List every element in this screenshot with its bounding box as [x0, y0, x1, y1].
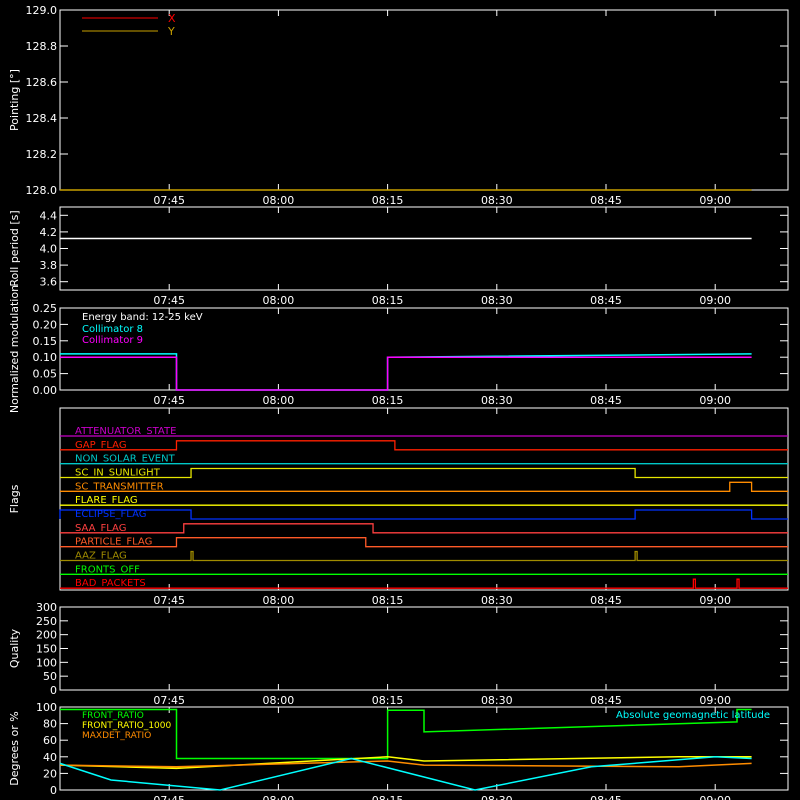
plot-frame [59, 606, 789, 691]
x-tick-label: 08:30 [481, 294, 513, 307]
flag-line [60, 550, 788, 562]
x-tick-label: 08:30 [481, 394, 513, 407]
y-tick-label: 4.2 [40, 226, 58, 239]
legend-label: MAXDET_RATIO [82, 731, 151, 741]
x-tick-label: 09:00 [699, 594, 731, 607]
y-axis-label: Roll period [s] [8, 210, 21, 286]
y-tick-label: 128.0 [26, 184, 58, 197]
x-tick-label: 08:45 [590, 194, 622, 207]
x-tick-label: 09:00 [699, 694, 731, 707]
y-axis-label: Flags [8, 484, 21, 513]
x-tick-label: 09:00 [699, 394, 731, 407]
x-tick-label: 08:00 [263, 794, 295, 800]
legend-label: Collimator 9 [82, 335, 143, 346]
y-tick-label: 4.0 [40, 243, 58, 256]
status-plot: 07:45 08:00 08:15 08:30 08:45 09:00 Pointing [… [8, 4, 789, 800]
legend-label: FRONT_RATIO [82, 711, 144, 721]
series-line [60, 356, 752, 391]
x-tick-label: 08:45 [590, 694, 622, 707]
x-tick-label: 08:30 [481, 594, 513, 607]
y-tick-label: 250 [36, 615, 57, 628]
flag-line [60, 481, 788, 492]
x-tick-label: 09:00 [699, 794, 731, 800]
x-tick-label: 08:45 [590, 394, 622, 407]
x-tick-label: 08:15 [372, 694, 404, 707]
y-tick-label: 0 [50, 784, 57, 797]
y-tick-label: 300 [36, 601, 57, 614]
y-tick-label: 40 [43, 751, 57, 764]
y-tick-label: 3.6 [40, 276, 58, 289]
x-tick-label: 08:15 [372, 194, 404, 207]
y-axis-label: Pointing [°] [8, 69, 21, 131]
y-tick-label: 100 [36, 656, 57, 669]
legend-label: X [168, 12, 176, 25]
x-tick-label: 08:30 [481, 694, 513, 707]
y-tick-label: 128.6 [26, 76, 58, 89]
x-tick-label: 07:45 [153, 694, 185, 707]
x-tick-label: 08:45 [590, 594, 622, 607]
series-line [60, 353, 752, 391]
flag-line [60, 523, 788, 534]
x-tick-label: 08:00 [263, 694, 295, 707]
x-tick-label: 09:00 [699, 194, 731, 207]
y-tick-label: 0.20 [33, 318, 58, 331]
y-tick-label: 150 [36, 643, 57, 656]
flag-line [60, 467, 788, 479]
x-tick-label: 08:15 [372, 794, 404, 800]
y-tick-label: 3.8 [40, 259, 58, 272]
flag-line [60, 537, 788, 548]
y-axis-label: Degrees or % [8, 711, 21, 785]
x-tick-label: 08:00 [263, 594, 295, 607]
x-tick-label: 08:15 [372, 594, 404, 607]
y-tick-label: 200 [36, 629, 57, 642]
x-tick-label: 08:15 [372, 294, 404, 307]
x-tick-label: 08:45 [590, 794, 622, 800]
y-axis-label: Quality [8, 628, 21, 668]
y-axis-label: Normalized modulation [8, 285, 21, 413]
y-tick-label: 128.2 [26, 148, 58, 161]
y-tick-label: 0.25 [33, 302, 58, 315]
y-tick-label: 0 [50, 684, 57, 697]
x-tick-label: 08:15 [372, 394, 404, 407]
latitude-annotation: Absolute geomagnetic latitude [616, 710, 770, 721]
x-tick-label: 07:45 [153, 194, 185, 207]
legend-label: FRONT_RATIO_1000 [82, 721, 172, 731]
y-tick-label: 0.15 [33, 335, 58, 348]
y-tick-label: 80 [43, 718, 57, 731]
y-tick-label: 60 [43, 734, 57, 747]
legend-label: Collimator 8 [82, 324, 143, 335]
legend-label: Y [167, 25, 175, 38]
x-tick-label: 07:45 [153, 594, 185, 607]
flag-line [60, 440, 788, 451]
y-tick-label: 129.0 [26, 4, 58, 17]
x-tick-label: 08:00 [263, 394, 295, 407]
x-tick-label: 08:45 [590, 294, 622, 307]
y-tick-label: 100 [36, 701, 57, 714]
x-tick-label: 08:30 [481, 794, 513, 800]
y-tick-label: 0.10 [33, 351, 58, 364]
flag-line [59, 509, 788, 520]
x-tick-label: 08:30 [481, 194, 513, 207]
x-tick-label: 07:45 [153, 394, 185, 407]
y-tick-label: 128.8 [26, 40, 58, 53]
y-tick-label: 50 [43, 670, 57, 683]
x-tick-label: 09:00 [699, 294, 731, 307]
x-tick-label: 07:45 [153, 294, 185, 307]
energy-band-annotation: Energy band: 12-25 keV [82, 312, 203, 323]
x-tick-label: 08:00 [263, 194, 295, 207]
x-tick-label: 07:45 [153, 794, 185, 800]
series-line [59, 756, 752, 791]
y-tick-label: 0.05 [33, 368, 58, 381]
y-tick-label: 20 [43, 767, 57, 780]
y-tick-label: 128.4 [26, 112, 58, 125]
y-tick-label: 4.4 [40, 209, 58, 222]
x-tick-label: 08:00 [263, 294, 295, 307]
y-tick-label: 0.00 [33, 384, 58, 397]
plot-frame [59, 206, 789, 291]
